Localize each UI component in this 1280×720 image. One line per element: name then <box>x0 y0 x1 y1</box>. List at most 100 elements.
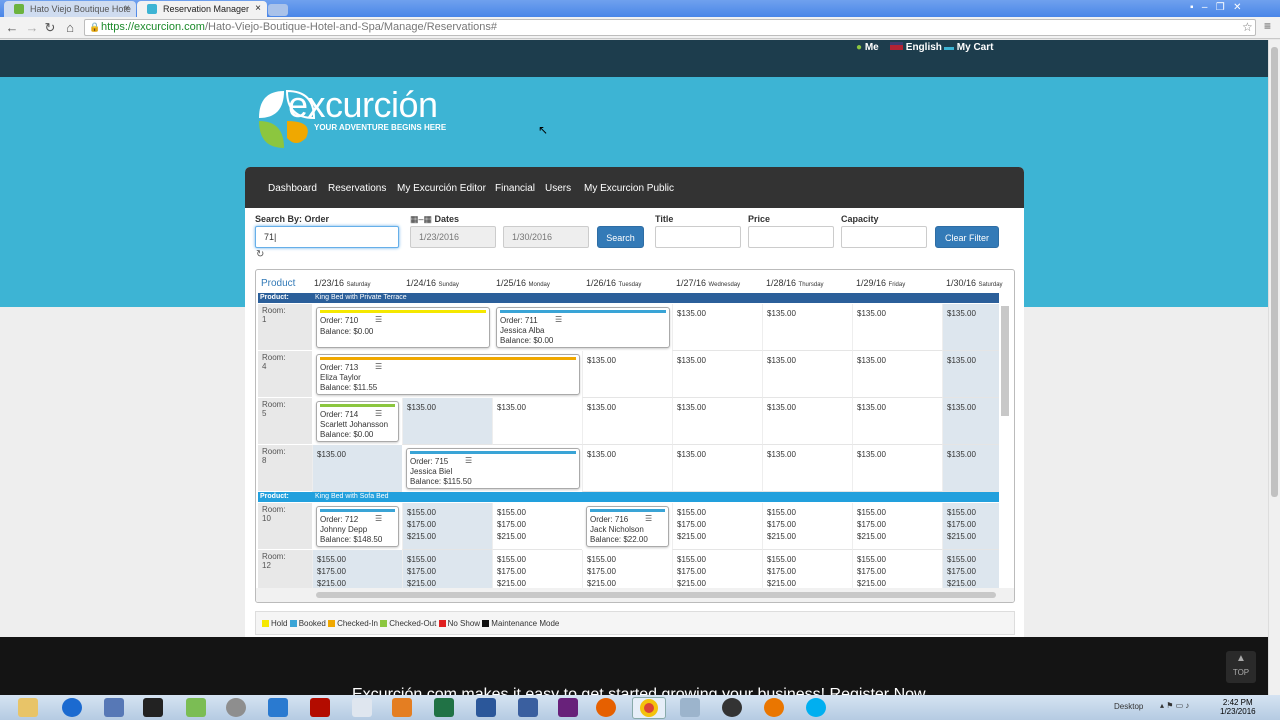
price-cell[interactable]: $135.00 <box>852 304 942 351</box>
nav-public[interactable]: My Excurcion Public <box>584 183 674 194</box>
date-to-input[interactable]: 1/30/2016 <box>503 226 589 248</box>
order-card[interactable]: Order: 715 ☰ Jessica Biel Balance: $115.5… <box>406 448 580 489</box>
price-cell[interactable]: $135.00 <box>402 398 492 445</box>
language-link[interactable]: English <box>890 42 942 53</box>
price-cell[interactable]: $135.00 <box>582 445 672 492</box>
app-icon[interactable] <box>268 698 288 717</box>
menu-icon[interactable]: ☰ <box>375 513 382 524</box>
price-cell[interactable]: $135.00 <box>312 445 402 492</box>
tool-icon[interactable] <box>226 698 246 717</box>
grid-header-product[interactable]: Product <box>261 278 295 289</box>
explorer-icon[interactable] <box>18 698 38 717</box>
cmd-icon[interactable] <box>143 698 163 717</box>
price-cell[interactable]: $135.00 <box>672 304 762 351</box>
close-tab-icon[interactable]: × <box>255 3 261 14</box>
horizontal-scroll-thumb[interactable] <box>316 592 996 598</box>
menu-icon[interactable]: ☰ <box>645 513 652 524</box>
search-input[interactable]: 71| <box>255 226 399 248</box>
bookmark-star-icon[interactable]: ☆ <box>1242 20 1253 34</box>
price-cell[interactable]: $155.00 $175.00 $215.00 <box>492 503 582 550</box>
reload-icon[interactable]: ↻ <box>42 20 58 36</box>
price-cell[interactable]: $135.00 <box>762 445 852 492</box>
price-cell[interactable]: $135.00 <box>762 351 852 398</box>
price-cell[interactable]: $135.00 <box>942 445 999 492</box>
nav-editor[interactable]: My Excurción Editor <box>397 183 486 194</box>
chrome-taskbar-button[interactable] <box>632 697 666 719</box>
visual-studio-icon[interactable] <box>558 698 578 717</box>
new-tab-button[interactable] <box>268 4 288 16</box>
tab-reservation-manager[interactable]: Reservation Manager × <box>137 1 267 17</box>
tray-icons[interactable]: ▴ ⚑ ▭ ♪ <box>1160 701 1189 710</box>
price-cell[interactable]: $135.00 <box>762 398 852 445</box>
price-cell[interactable]: $155.00 $175.00 $215.00 <box>762 503 852 550</box>
skype-icon[interactable] <box>806 698 826 717</box>
outlook-icon[interactable] <box>392 698 412 717</box>
home-icon[interactable]: ⌂ <box>62 20 78 35</box>
excel-icon[interactable] <box>434 698 454 717</box>
nav-financial[interactable]: Financial <box>495 183 535 194</box>
menu-icon[interactable]: ☰ <box>465 455 472 466</box>
window-controls[interactable]: ▪ – ❐ ✕ <box>1190 2 1241 13</box>
file-icon[interactable] <box>352 698 372 717</box>
acrobat-icon[interactable] <box>310 698 330 717</box>
page-scroll-thumb[interactable] <box>1271 47 1278 497</box>
menu-icon[interactable]: ☰ <box>375 314 382 325</box>
nav-reservations[interactable]: Reservations <box>328 183 386 194</box>
address-bar[interactable]: 🔒 https://excurcion.com/Hato-Viejo-Bouti… <box>84 19 1256 36</box>
capacity-input[interactable] <box>841 226 927 248</box>
app-icon[interactable] <box>680 698 700 717</box>
date-from-input[interactable]: 1/23/2016 <box>410 226 496 248</box>
order-card[interactable]: Order: 713 ☰ Eliza Taylor Balance: $11.55 <box>316 354 580 395</box>
nav-dashboard[interactable]: Dashboard <box>268 183 317 194</box>
price-cell[interactable]: $135.00 <box>942 304 999 351</box>
back-icon[interactable]: ← <box>4 20 20 35</box>
word-icon[interactable] <box>476 698 496 717</box>
me-link[interactable]: ● Me <box>856 42 879 53</box>
order-card[interactable]: Order: 710 ☰ Balance: $0.00 <box>316 307 490 348</box>
logo-brand[interactable]: excurción <box>288 84 438 126</box>
menu-icon[interactable]: ☰ <box>375 408 382 419</box>
order-card[interactable]: Order: 716 ☰ Jack Nicholson Balance: $22.… <box>586 506 669 547</box>
ie-icon[interactable] <box>62 698 82 717</box>
cart-link[interactable]: ▬ My Cart <box>944 42 993 53</box>
obs-icon[interactable] <box>722 698 742 717</box>
price-cell[interactable]: $135.00 <box>942 351 999 398</box>
desktop-toolbar[interactable]: Desktop <box>1114 702 1143 711</box>
price-cell[interactable]: $135.00 <box>672 351 762 398</box>
price-cell[interactable]: $135.00 <box>852 351 942 398</box>
menu-icon[interactable]: ☰ <box>375 361 382 372</box>
network-icon[interactable] <box>104 698 124 717</box>
nav-users[interactable]: Users <box>545 183 571 194</box>
price-cell[interactable]: $135.00 <box>582 398 672 445</box>
price-cell[interactable]: $155.00 $175.00 $215.00 <box>402 503 492 550</box>
refresh-icon[interactable]: ↻ <box>256 249 264 260</box>
title-input[interactable] <box>655 226 741 248</box>
tab-hato-viejo[interactable]: Hato Viejo Boutique Hote × <box>4 1 136 17</box>
price-cell[interactable]: $135.00 <box>672 445 762 492</box>
close-tab-icon[interactable]: × <box>124 3 130 14</box>
footer-cta[interactable]: Excurción.com makes it easy to get start… <box>352 686 926 695</box>
order-card[interactable]: Order: 712 ☰ Johnny Depp Balance: $148.50 <box>316 506 399 547</box>
order-card[interactable]: Order: 714 ☰ Scarlett Johansson Balance: … <box>316 401 399 442</box>
menu-icon[interactable]: ≡ <box>1264 19 1271 33</box>
price-cell[interactable]: $135.00 <box>672 398 762 445</box>
notepad-icon[interactable] <box>186 698 206 717</box>
price-cell[interactable]: $155.00 $175.00 $215.00 <box>672 503 762 550</box>
blender-icon[interactable] <box>764 698 784 717</box>
vertical-scroll-thumb[interactable] <box>1001 306 1009 416</box>
price-cell[interactable]: $135.00 <box>762 304 852 351</box>
clear-filter-button[interactable]: Clear Filter <box>935 226 999 248</box>
forward-icon[interactable]: → <box>24 20 40 35</box>
price-input[interactable] <box>748 226 834 248</box>
back-to-top-button[interactable]: ▲ TOP <box>1226 651 1256 683</box>
price-cell[interactable]: $135.00 <box>942 398 999 445</box>
taskbar-clock[interactable]: 2:42 PM 1/23/2016 <box>1220 698 1256 716</box>
firefox-icon[interactable] <box>596 698 616 717</box>
menu-icon[interactable]: ☰ <box>555 314 562 325</box>
price-cell[interactable]: $135.00 <box>492 398 582 445</box>
search-button[interactable]: Search <box>597 226 644 248</box>
price-cell[interactable]: $135.00 <box>582 351 672 398</box>
price-cell[interactable]: $155.00 $175.00 $215.00 <box>942 503 999 550</box>
price-cell[interactable]: $135.00 <box>852 445 942 492</box>
price-cell[interactable]: $135.00 <box>852 398 942 445</box>
